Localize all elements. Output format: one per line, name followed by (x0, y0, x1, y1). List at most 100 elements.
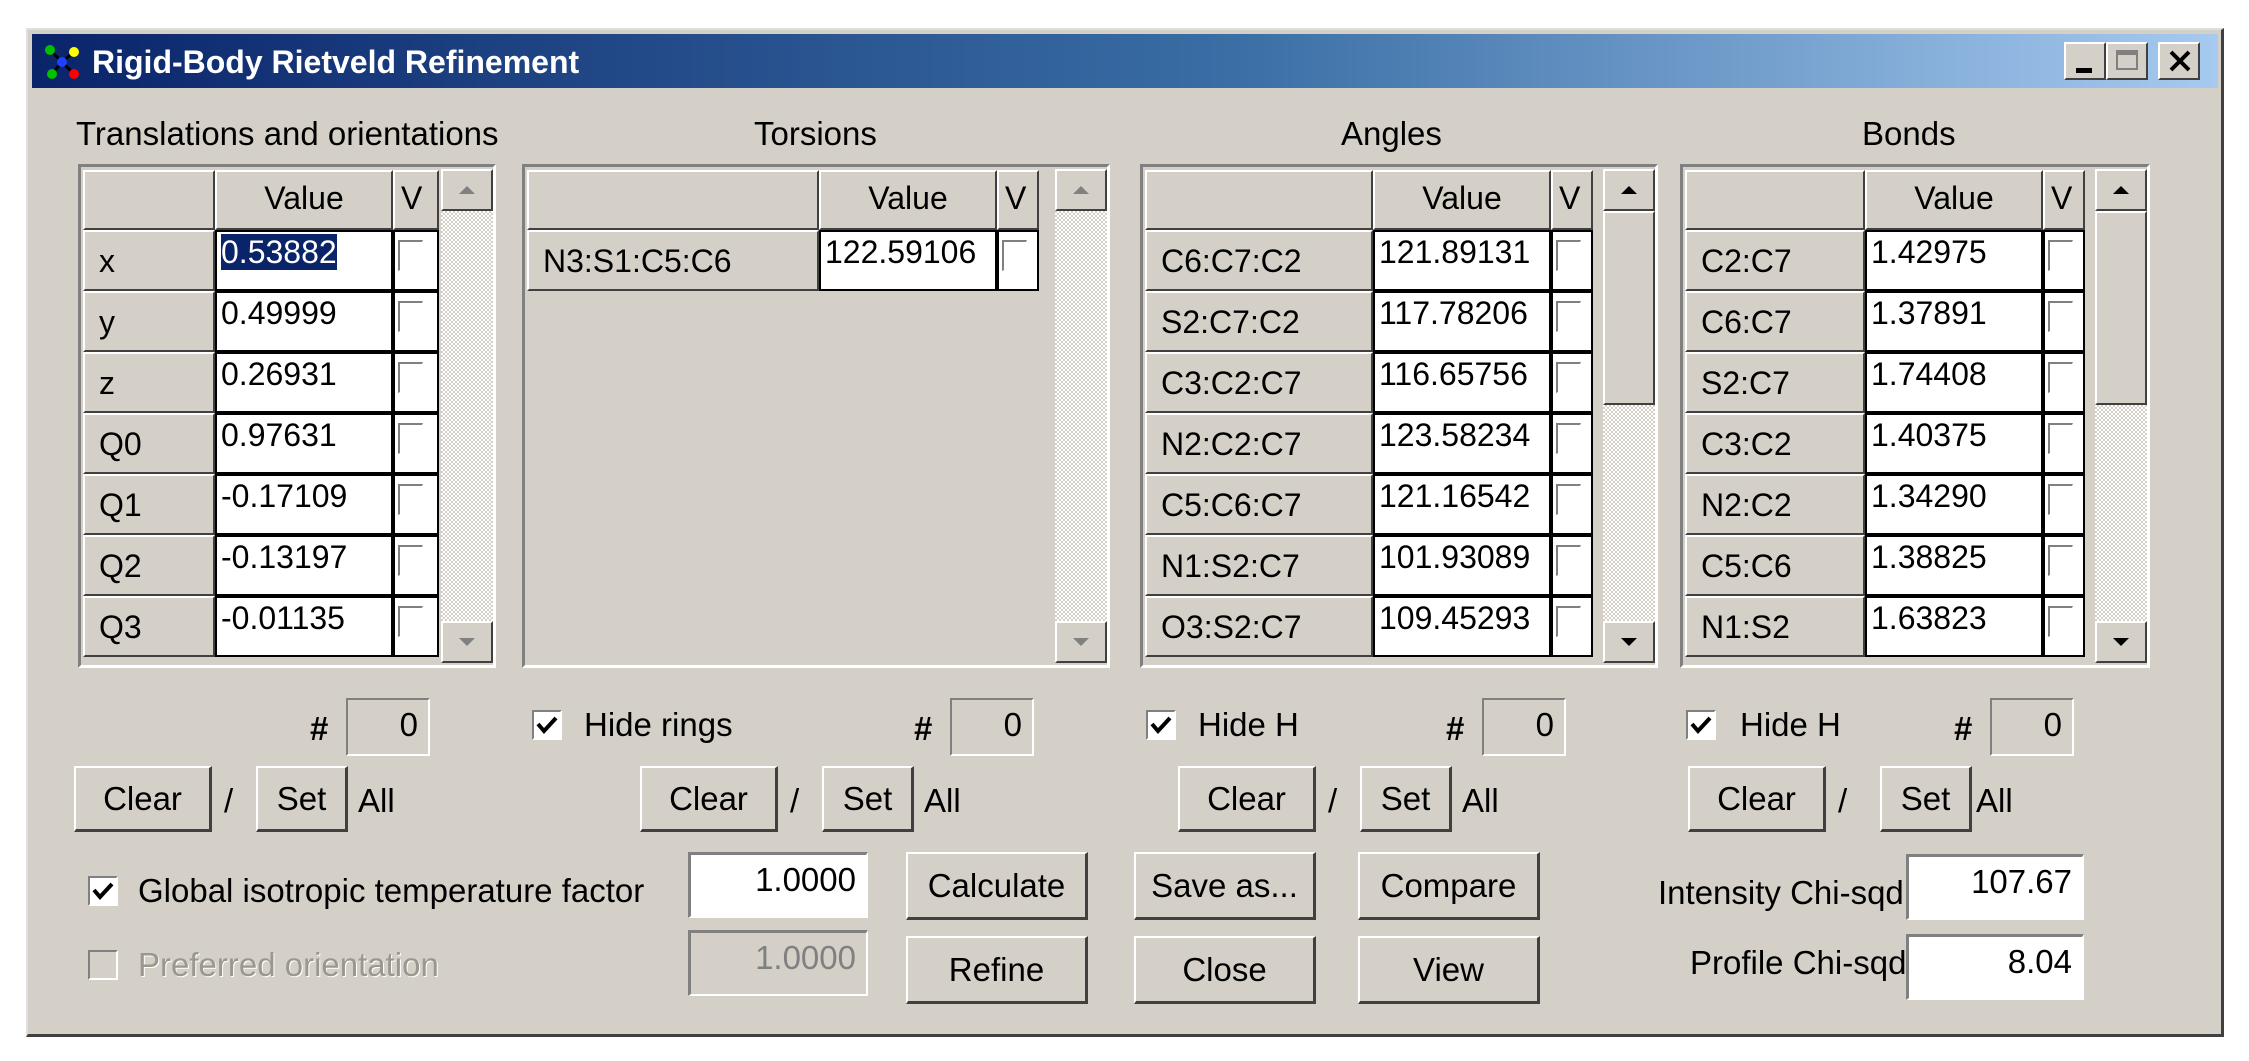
scroll-up-button[interactable] (1055, 169, 1107, 211)
minimize-button[interactable] (2064, 42, 2106, 80)
angles-grid[interactable]: Value V C6:C7:C2 121.89131 S2:C7:C2 117.782… (1140, 164, 1658, 668)
vary-column-header[interactable]: V (1551, 170, 1593, 230)
angles-set-button[interactable]: Set (1360, 766, 1452, 832)
bonds-hide-h-checkbox[interactable] (1686, 710, 1716, 740)
bonds-clear-button[interactable]: Clear (1688, 766, 1826, 832)
value-cell[interactable]: 1.63823 (1865, 596, 2043, 657)
vary-checkbox[interactable] (1551, 291, 1593, 352)
global-temp-label[interactable]: Global isotropic temperature factor (138, 874, 644, 907)
scroll-up-button[interactable] (2095, 169, 2147, 211)
hide-rings-checkbox[interactable] (532, 710, 562, 740)
vary-checkbox[interactable] (393, 596, 439, 657)
translations-scrollbar[interactable] (441, 169, 493, 663)
vary-column-header[interactable]: V (997, 170, 1039, 230)
value-cell[interactable]: 109.45293 (1373, 596, 1551, 657)
value-cell[interactable]: 121.89131 (1373, 230, 1551, 291)
bonds-hide-h-label[interactable]: Hide H (1740, 708, 1841, 741)
value-cell[interactable]: 1.34290 (1865, 474, 2043, 535)
global-temp-checkbox[interactable] (88, 876, 118, 906)
translations-clear-button[interactable]: Clear (74, 766, 212, 832)
angles-hide-h-label[interactable]: Hide H (1198, 708, 1299, 741)
torsions-scrollbar[interactable] (1055, 169, 1107, 663)
view-button[interactable]: View (1358, 936, 1540, 1004)
save-as-button[interactable]: Save as... (1134, 852, 1316, 920)
vary-checkbox[interactable] (997, 230, 1039, 291)
value-cell[interactable]: 0.97631 (215, 413, 393, 474)
scroll-up-button[interactable] (441, 169, 493, 211)
calculate-button[interactable]: Calculate (906, 852, 1088, 920)
row-label: S2:C7 (1685, 352, 1865, 413)
value-column-header[interactable]: Value (1865, 170, 2043, 230)
value-cell[interactable]: 1.38825 (1865, 535, 2043, 596)
close-dialog-button[interactable]: Close (1134, 936, 1316, 1004)
angles-hide-h-checkbox[interactable] (1146, 710, 1176, 740)
refine-button[interactable]: Refine (906, 936, 1088, 1004)
maximize-icon (2116, 50, 2138, 70)
scroll-down-button[interactable] (441, 621, 493, 663)
hide-rings-label[interactable]: Hide rings (584, 708, 733, 741)
vary-checkbox[interactable] (1551, 596, 1593, 657)
torsions-grid[interactable]: Value V N3:S1:C5:C6 122.59106 (522, 164, 1110, 668)
value-cell[interactable]: -0.01135 (215, 596, 393, 657)
scroll-thumb[interactable] (2095, 211, 2147, 405)
vary-checkbox[interactable] (2043, 474, 2085, 535)
vary-checkbox[interactable] (2043, 535, 2085, 596)
vary-checkbox[interactable] (2043, 230, 2085, 291)
compare-button[interactable]: Compare (1358, 852, 1540, 920)
value-cell[interactable]: 117.78206 (1373, 291, 1551, 352)
vary-checkbox[interactable] (2043, 291, 2085, 352)
scroll-down-button[interactable] (2095, 621, 2147, 663)
value-cell[interactable]: 1.42975 (1865, 230, 2043, 291)
scroll-up-button[interactable] (1603, 169, 1655, 211)
torsions-clear-button[interactable]: Clear (640, 766, 778, 832)
value-cell[interactable]: 121.16542 (1373, 474, 1551, 535)
value-column-header[interactable]: Value (1373, 170, 1551, 230)
value-cell[interactable]: 0.49999 (215, 291, 393, 352)
vary-column-header[interactable]: V (393, 170, 439, 230)
vary-checkbox[interactable] (393, 535, 439, 596)
vary-checkbox[interactable] (2043, 596, 2085, 657)
global-temp-input[interactable]: 1.0000 (688, 852, 868, 918)
row-label: C6:C7 (1685, 291, 1865, 352)
angles-scrollbar[interactable] (1603, 169, 1655, 663)
vary-checkbox[interactable] (393, 352, 439, 413)
vary-checkbox[interactable] (1551, 535, 1593, 596)
value-cell[interactable]: 122.59106 (819, 230, 997, 291)
bonds-grid[interactable]: Value V C2:C7 1.42975 C6:C7 1.37891 S2:C7 1.7… (1680, 164, 2150, 668)
vary-checkbox[interactable] (1551, 413, 1593, 474)
scroll-thumb[interactable] (1603, 211, 1655, 405)
value-cell[interactable]: 0.26931 (215, 352, 393, 413)
close-button[interactable] (2158, 42, 2200, 80)
translations-set-button[interactable]: Set (256, 766, 348, 832)
angles-clear-button[interactable]: Clear (1178, 766, 1316, 832)
preferred-orientation-checkbox[interactable] (88, 950, 118, 980)
value-cell[interactable]: 1.74408 (1865, 352, 2043, 413)
bonds-scrollbar[interactable] (2095, 169, 2147, 663)
vary-checkbox[interactable] (393, 230, 439, 291)
bonds-set-button[interactable]: Set (1880, 766, 1972, 832)
vary-checkbox[interactable] (1551, 352, 1593, 413)
torsions-set-button[interactable]: Set (822, 766, 914, 832)
value-cell[interactable]: 123.58234 (1373, 413, 1551, 474)
value-cell[interactable]: 116.65756 (1373, 352, 1551, 413)
translations-grid[interactable]: Value V x 0.53882 y 0.49999 z 0.26931 Q0 0.9763… (78, 164, 496, 668)
value-cell[interactable]: 101.93089 (1373, 535, 1551, 596)
vary-checkbox[interactable] (1551, 230, 1593, 291)
vary-checkbox[interactable] (393, 474, 439, 535)
vary-checkbox[interactable] (393, 413, 439, 474)
vary-column-header[interactable]: V (2043, 170, 2085, 230)
scroll-down-button[interactable] (1055, 621, 1107, 663)
vary-checkbox[interactable] (393, 291, 439, 352)
value-cell[interactable]: 1.37891 (1865, 291, 2043, 352)
value-cell[interactable]: -0.13197 (215, 535, 393, 596)
vary-checkbox[interactable] (2043, 413, 2085, 474)
value-column-header[interactable]: Value (819, 170, 997, 230)
value-cell[interactable]: 1.40375 (1865, 413, 2043, 474)
maximize-button[interactable] (2106, 42, 2148, 80)
value-column-header[interactable]: Value (215, 170, 393, 230)
value-cell[interactable]: 0.53882 (215, 230, 393, 291)
vary-checkbox[interactable] (2043, 352, 2085, 413)
vary-checkbox[interactable] (1551, 474, 1593, 535)
value-cell[interactable]: -0.17109 (215, 474, 393, 535)
scroll-down-button[interactable] (1603, 621, 1655, 663)
